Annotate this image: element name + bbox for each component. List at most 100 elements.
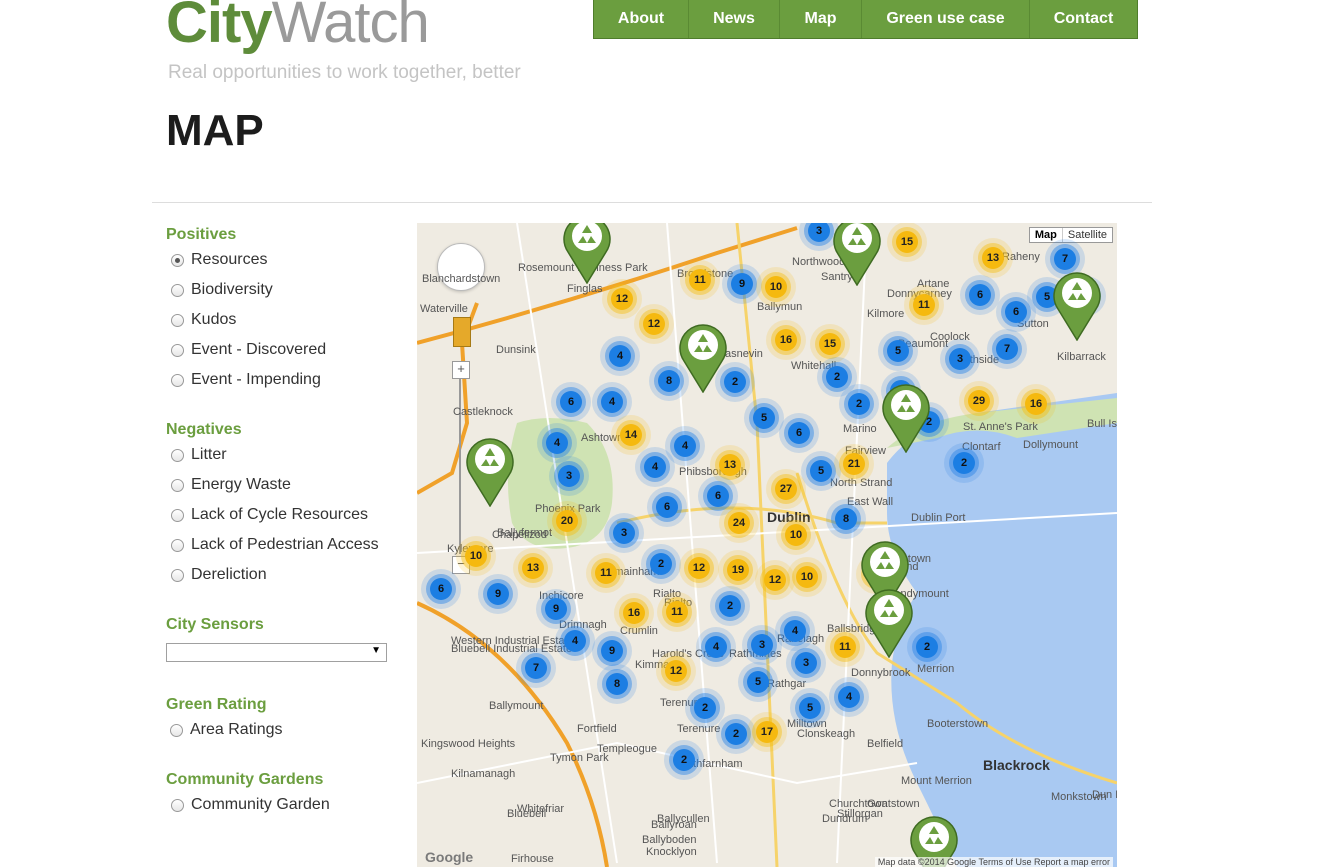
map-attribution[interactable]: Map data ©2014 Google Terms of Use Repor… [874, 857, 1113, 867]
cluster-marker[interactable]: 7 [525, 657, 547, 679]
recycling-pin-icon[interactable] [678, 321, 728, 398]
cluster-marker[interactable]: 5 [810, 460, 832, 482]
cluster-marker[interactable]: 16 [1025, 393, 1047, 415]
cluster-marker[interactable]: 9 [731, 273, 753, 295]
cluster-marker[interactable]: 4 [601, 391, 623, 413]
cluster-marker[interactable]: 11 [689, 269, 711, 291]
cluster-marker[interactable]: 3 [558, 465, 580, 487]
cluster-marker[interactable]: 10 [796, 566, 818, 588]
cluster-marker[interactable]: 13 [982, 247, 1004, 269]
radio-button[interactable] [171, 798, 184, 812]
radio-lack-of-pedestrian-access[interactable]: Lack of Pedestrian Access [171, 536, 379, 554]
cluster-marker[interactable]: 2 [916, 636, 938, 658]
cluster-marker[interactable]: 5 [747, 671, 769, 693]
cluster-marker[interactable]: 6 [1005, 301, 1027, 323]
cluster-marker[interactable]: 8 [606, 673, 628, 695]
cluster-marker[interactable]: 9 [487, 583, 509, 605]
cluster-marker[interactable]: 5 [799, 697, 821, 719]
cluster-marker[interactable]: 2 [826, 366, 848, 388]
cluster-marker[interactable]: 4 [784, 620, 806, 642]
radio-energy-waste[interactable]: Energy Waste [171, 476, 291, 494]
cluster-marker[interactable]: 2 [673, 749, 695, 771]
radio-button[interactable] [171, 538, 184, 552]
cluster-marker[interactable]: 10 [465, 545, 487, 567]
cluster-marker[interactable]: 6 [788, 422, 810, 444]
cluster-marker[interactable]: 2 [694, 697, 716, 719]
cluster-marker[interactable]: 5 [887, 340, 909, 362]
cluster-marker[interactable]: 4 [564, 630, 586, 652]
radio-area-ratings[interactable]: Area Ratings [170, 721, 283, 739]
nav-contact[interactable]: Contact [1030, 0, 1137, 38]
cluster-marker[interactable]: 6 [969, 284, 991, 306]
cluster-marker[interactable]: 11 [834, 636, 856, 658]
cluster-marker[interactable]: 4 [705, 636, 727, 658]
cluster-marker[interactable]: 12 [611, 288, 633, 310]
cluster-marker[interactable]: 14 [620, 424, 642, 446]
cluster-marker[interactable]: 4 [609, 345, 631, 367]
cluster-marker[interactable]: 9 [601, 640, 623, 662]
nav-map[interactable]: Map [780, 0, 862, 38]
cluster-marker[interactable]: 2 [953, 452, 975, 474]
cluster-marker[interactable]: 8 [835, 508, 857, 530]
cluster-marker[interactable]: 4 [546, 432, 568, 454]
radio-kudos[interactable]: Kudos [171, 311, 236, 329]
cluster-marker[interactable]: 4 [644, 456, 666, 478]
recycling-pin-icon[interactable] [881, 381, 931, 458]
radio-button[interactable] [171, 343, 184, 357]
radio-event-discovered[interactable]: Event - Discovered [171, 341, 326, 359]
cluster-marker[interactable]: 16 [775, 329, 797, 351]
cluster-marker[interactable]: 12 [643, 313, 665, 335]
radio-button[interactable] [171, 313, 184, 327]
radio-button[interactable] [171, 448, 184, 462]
radio-community-garden[interactable]: Community Garden [171, 796, 330, 814]
cluster-marker[interactable]: 2 [848, 393, 870, 415]
cluster-marker[interactable]: 10 [765, 276, 787, 298]
cluster-marker[interactable]: 7 [1054, 248, 1076, 270]
nav-green-use-case[interactable]: Green use case [862, 0, 1030, 38]
cluster-marker[interactable]: 20 [556, 510, 578, 532]
recycling-pin-icon[interactable] [562, 223, 612, 289]
radio-dereliction[interactable]: Dereliction [171, 566, 267, 584]
cluster-marker[interactable]: 4 [838, 686, 860, 708]
cluster-marker[interactable]: 27 [775, 478, 797, 500]
cluster-marker[interactable]: 12 [764, 569, 786, 591]
cluster-marker[interactable]: 7 [996, 338, 1018, 360]
cluster-marker[interactable]: 11 [913, 294, 935, 316]
map-type-satellite-button[interactable]: Satellite [1063, 228, 1112, 242]
recycling-pin-icon[interactable] [1052, 269, 1102, 346]
logo[interactable]: CityWatch [166, 0, 430, 52]
cluster-marker[interactable]: 24 [728, 512, 750, 534]
recycling-pin-icon[interactable] [864, 586, 914, 663]
radio-button[interactable] [171, 253, 184, 267]
cluster-marker[interactable]: 12 [665, 660, 687, 682]
city-sensors-select[interactable]: ▼ [166, 643, 387, 662]
cluster-marker[interactable]: 29 [968, 390, 990, 412]
nav-news[interactable]: News [689, 0, 780, 38]
cluster-marker[interactable]: 6 [707, 485, 729, 507]
cluster-marker[interactable]: 13 [522, 557, 544, 579]
map[interactable]: + − Map Satellite Castleknock Phoenix Par… [417, 223, 1117, 867]
cluster-marker[interactable]: 5 [753, 407, 775, 429]
cluster-marker[interactable]: 11 [666, 601, 688, 623]
cluster-marker[interactable]: 2 [725, 723, 747, 745]
radio-button[interactable] [170, 723, 183, 737]
cluster-marker[interactable]: 4 [674, 435, 696, 457]
cluster-marker[interactable]: 3 [949, 348, 971, 370]
radio-button[interactable] [171, 508, 184, 522]
cluster-marker[interactable]: 8 [658, 370, 680, 392]
cluster-marker[interactable]: 15 [819, 333, 841, 355]
radio-biodiversity[interactable]: Biodiversity [171, 281, 273, 299]
radio-button[interactable] [171, 283, 184, 297]
radio-lack-of-cycle-resources[interactable]: Lack of Cycle Resources [171, 506, 368, 524]
radio-button[interactable] [171, 478, 184, 492]
cluster-marker[interactable]: 3 [751, 634, 773, 656]
cluster-marker[interactable]: 13 [719, 454, 741, 476]
cluster-marker[interactable]: 3 [613, 522, 635, 544]
street-view-pegman-icon[interactable] [453, 317, 471, 347]
cluster-marker[interactable]: 6 [430, 578, 452, 600]
cluster-marker[interactable]: 9 [545, 598, 567, 620]
zoom-in-button[interactable]: + [452, 361, 470, 379]
recycling-pin-icon[interactable] [832, 223, 882, 291]
radio-resources[interactable]: Resources [171, 251, 267, 269]
cluster-marker[interactable]: 6 [656, 496, 678, 518]
